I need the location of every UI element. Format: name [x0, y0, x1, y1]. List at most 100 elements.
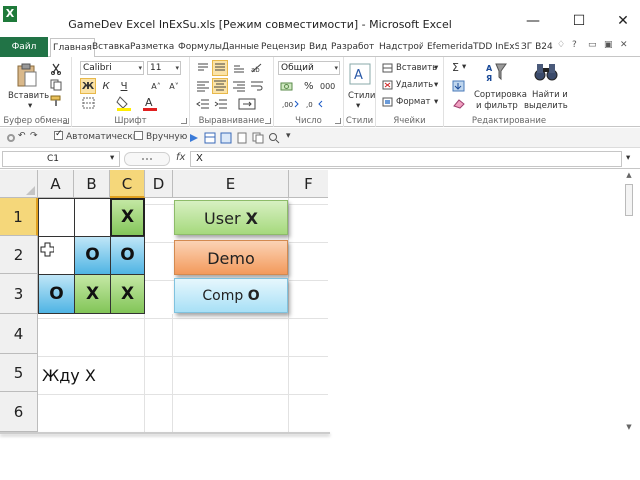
fill-color-icon[interactable]	[116, 95, 132, 111]
tab-file[interactable]: Файл	[0, 37, 48, 57]
bold-button[interactable]: Ж	[80, 78, 96, 94]
demo-button[interactable]: Demo	[174, 240, 288, 275]
expand-formula-bar-icon[interactable]: ▾	[626, 153, 630, 163]
row-header-3[interactable]: 3	[0, 274, 38, 314]
insert-function-icon[interactable]: fx	[176, 152, 185, 163]
row-header-4[interactable]: 4	[0, 314, 38, 354]
help-diamond-icon[interactable]: ♢	[557, 40, 565, 50]
styles-icon[interactable]: A	[349, 63, 371, 85]
tab-formulas[interactable]: Формулы	[178, 38, 222, 57]
undo-icon[interactable]: ↶	[18, 131, 26, 141]
text-orientation-icon[interactable]: ab	[250, 62, 264, 74]
help-icon[interactable]: ?	[572, 40, 577, 50]
delete-dropdown-icon[interactable]: ▾	[434, 80, 438, 90]
decrease-indent-icon[interactable]	[196, 98, 210, 110]
tab-developer[interactable]: Разработ	[331, 38, 375, 57]
format-cells-icon[interactable]	[382, 97, 394, 107]
autosum-button[interactable]: Σ	[452, 61, 459, 74]
sort-filter-icon[interactable]: AЯ	[486, 61, 508, 85]
align-right-icon[interactable]	[232, 80, 246, 92]
number-format-select[interactable]: Общий ▾	[278, 61, 340, 75]
maximize-button[interactable]: ☐	[566, 10, 592, 32]
tab-addins[interactable]: Надстрой	[379, 38, 423, 57]
row-header-5[interactable]: 5	[0, 354, 38, 392]
toolbar-sheet-icon[interactable]	[236, 132, 248, 144]
tab-review[interactable]: Рецензир	[261, 38, 305, 57]
align-left-icon[interactable]	[196, 80, 210, 92]
column-header-a[interactable]: A	[38, 170, 74, 198]
board-cell-b2[interactable]: O	[74, 236, 111, 275]
binoculars-icon[interactable]	[534, 61, 558, 83]
percent-format-button[interactable]: %	[304, 81, 314, 92]
select-all-button[interactable]	[0, 170, 38, 198]
name-box[interactable]: C1	[2, 151, 120, 167]
paste-icon[interactable]	[16, 63, 38, 89]
format-dropdown-icon[interactable]: ▾	[434, 97, 438, 107]
ribbon-restore-icon[interactable]: ▣	[604, 40, 613, 50]
scroll-down-icon[interactable]: ▼	[623, 422, 635, 432]
column-header-f[interactable]: F	[289, 170, 329, 198]
board-cell-c3[interactable]: X	[110, 274, 145, 314]
font-launcher-icon[interactable]	[181, 118, 187, 124]
column-header-b[interactable]: B	[74, 170, 110, 198]
manual-calc-checkbox[interactable]: Вручную	[134, 131, 187, 142]
toolbar-copy-icon[interactable]	[252, 132, 264, 144]
paste-button[interactable]: Вставить	[8, 91, 49, 101]
close-button[interactable]: ✕	[610, 10, 636, 32]
increase-indent-icon[interactable]	[214, 98, 228, 110]
styles-dropdown-icon[interactable]: ▾	[356, 101, 360, 111]
ribbon-minimize-icon[interactable]: ▭	[588, 40, 597, 50]
find-select-label-line2[interactable]: выделить	[524, 101, 568, 111]
shrink-font-button[interactable]: A˅	[166, 78, 182, 94]
paste-dropdown-icon[interactable]: ▾	[28, 101, 32, 111]
merge-cells-icon[interactable]	[238, 98, 258, 110]
font-size-select[interactable]: 11 ▾	[147, 61, 181, 75]
gear-icon[interactable]	[6, 133, 16, 143]
alignment-launcher-icon[interactable]	[265, 118, 271, 124]
tab-view[interactable]: Вид	[309, 38, 327, 57]
toolbar-form-icon[interactable]	[220, 132, 232, 144]
row-header-1[interactable]: 1	[0, 198, 38, 236]
toolbar-play-icon[interactable]	[188, 132, 200, 144]
row-header-6[interactable]: 6	[0, 392, 38, 432]
align-bottom-icon[interactable]	[232, 62, 246, 74]
user-x-button[interactable]: User X	[174, 200, 288, 235]
insert-cells-icon[interactable]	[382, 63, 394, 73]
borders-icon[interactable]	[82, 97, 96, 109]
format-painter-icon[interactable]	[50, 95, 62, 107]
copy-icon[interactable]	[50, 79, 62, 91]
underline-button[interactable]: Ч	[116, 78, 132, 94]
format-cells-button[interactable]: Формат	[396, 97, 431, 107]
auto-calc-checkbox[interactable]: Автоматически	[54, 129, 139, 142]
italic-button[interactable]: К	[98, 78, 114, 94]
formula-input[interactable]: X	[190, 151, 622, 167]
scroll-thumb[interactable]	[625, 184, 633, 216]
tab-home[interactable]: Главная	[50, 38, 95, 58]
delete-cells-icon[interactable]	[382, 80, 394, 90]
column-header-e[interactable]: E	[173, 170, 289, 198]
insert-cells-button[interactable]: Вставить	[396, 63, 437, 73]
align-top-icon[interactable]	[196, 62, 210, 74]
column-header-d[interactable]: D	[145, 170, 173, 198]
board-cell-c2[interactable]: O	[110, 236, 145, 275]
tab-efemerida[interactable]: Efemerida	[427, 38, 473, 57]
decrease-decimal-icon[interactable]: ,0	[306, 98, 324, 110]
thousands-format-button[interactable]: 000	[320, 82, 335, 91]
fill-icon[interactable]	[452, 80, 466, 92]
scroll-up-icon[interactable]: ▲	[623, 170, 635, 180]
font-name-select[interactable]: Calibri ▾	[80, 61, 144, 75]
redo-icon[interactable]: ↷	[30, 131, 38, 141]
tab-page-layout[interactable]: Разметка с	[130, 38, 174, 57]
board-cell-c1[interactable]: X	[110, 198, 145, 237]
autosum-dropdown-icon[interactable]: ▾	[462, 62, 466, 72]
row-header-2[interactable]: 2	[0, 236, 38, 274]
toolbar-overflow-icon[interactable]: ▾	[286, 131, 291, 141]
styles-button[interactable]: Стили	[348, 91, 375, 101]
vertical-scrollbar[interactable]: ▲ ▼	[623, 170, 635, 432]
delete-cells-button[interactable]: Удалить	[396, 80, 433, 90]
align-middle-button[interactable]	[212, 60, 228, 76]
cut-icon[interactable]	[50, 63, 62, 75]
find-select-label-line1[interactable]: Найти и	[532, 90, 568, 100]
board-cell-a3[interactable]: O	[38, 274, 75, 314]
tab-zg-v24[interactable]: ЗГ В24	[521, 38, 553, 57]
